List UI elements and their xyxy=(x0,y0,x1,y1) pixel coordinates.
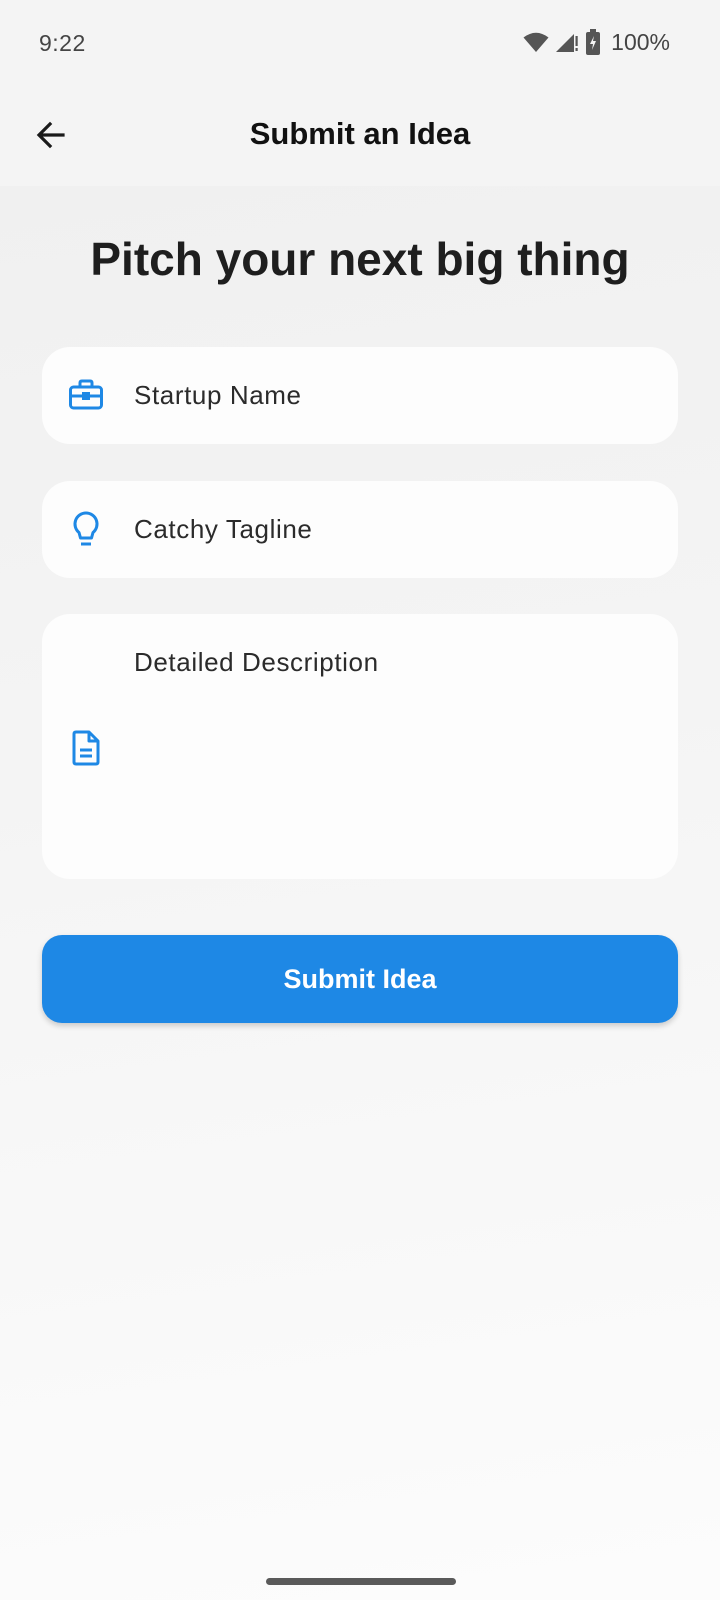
tagline-label: Catchy Tagline xyxy=(134,514,313,544)
tagline-field[interactable]: Catchy Tagline xyxy=(42,481,678,578)
startup-name-label: Startup Name xyxy=(134,380,302,410)
home-indicator[interactable] xyxy=(266,1578,456,1585)
submit-idea-button[interactable]: Submit Idea xyxy=(42,935,678,1023)
description-field[interactable]: Detailed Description xyxy=(42,614,678,879)
app-bar: Submit an Idea xyxy=(0,88,720,186)
headline: Pitch your next big thing xyxy=(90,233,630,285)
wifi-icon xyxy=(523,31,549,53)
document-icon xyxy=(66,728,106,768)
status-bar: 9:22 100% xyxy=(0,0,720,88)
status-icons: 100% xyxy=(523,28,670,56)
startup-name-field[interactable]: Startup Name xyxy=(42,347,678,444)
status-time: 9:22 xyxy=(39,30,86,56)
description-label: Detailed Description xyxy=(134,647,379,677)
battery-icon xyxy=(585,29,601,55)
lightbulb-icon xyxy=(66,510,106,550)
battery-percent: 100% xyxy=(611,28,670,55)
page-title: Submit an Idea xyxy=(249,116,471,151)
briefcase-icon xyxy=(66,375,106,415)
signal-icon xyxy=(555,30,579,54)
screen: 9:22 100% Submit an Idea Pitch your next… xyxy=(0,0,720,1600)
